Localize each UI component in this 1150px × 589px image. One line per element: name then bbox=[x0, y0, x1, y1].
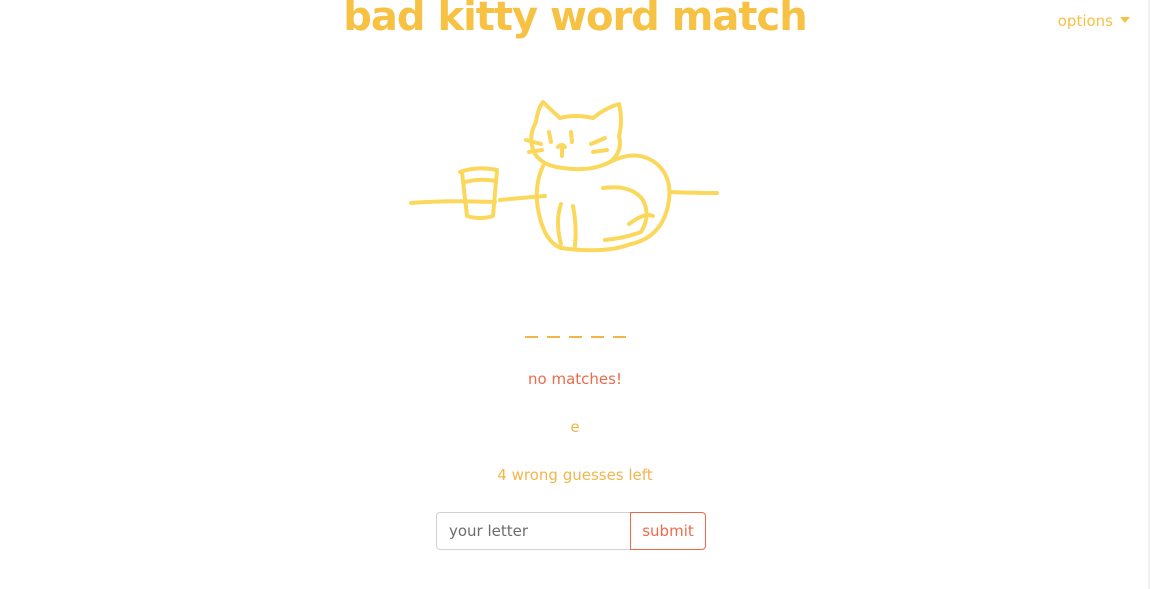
caret-down-icon bbox=[1120, 17, 1130, 23]
guesses-left-counter: 4 wrong guesses left bbox=[497, 466, 653, 484]
letter-blank bbox=[590, 336, 604, 338]
letter-blank bbox=[524, 336, 538, 338]
options-dropdown[interactable]: options bbox=[1058, 12, 1130, 30]
guessed-letters: e bbox=[570, 418, 580, 436]
letter-blank bbox=[546, 336, 560, 338]
options-label: options bbox=[1057, 12, 1113, 30]
cat-with-cup-illustration bbox=[409, 100, 719, 253]
match-feedback: no matches! bbox=[528, 370, 622, 388]
word-blanks bbox=[0, 322, 1150, 338]
game-page: bad kitty word match options no matches!… bbox=[0, 0, 1150, 589]
page-title: bad kitty word match bbox=[343, 0, 807, 40]
submit-button[interactable]: submit bbox=[630, 512, 706, 550]
letter-blank bbox=[612, 336, 626, 338]
letter-input[interactable] bbox=[436, 512, 630, 550]
guess-form: submit bbox=[436, 512, 706, 550]
letter-blank bbox=[568, 336, 582, 338]
